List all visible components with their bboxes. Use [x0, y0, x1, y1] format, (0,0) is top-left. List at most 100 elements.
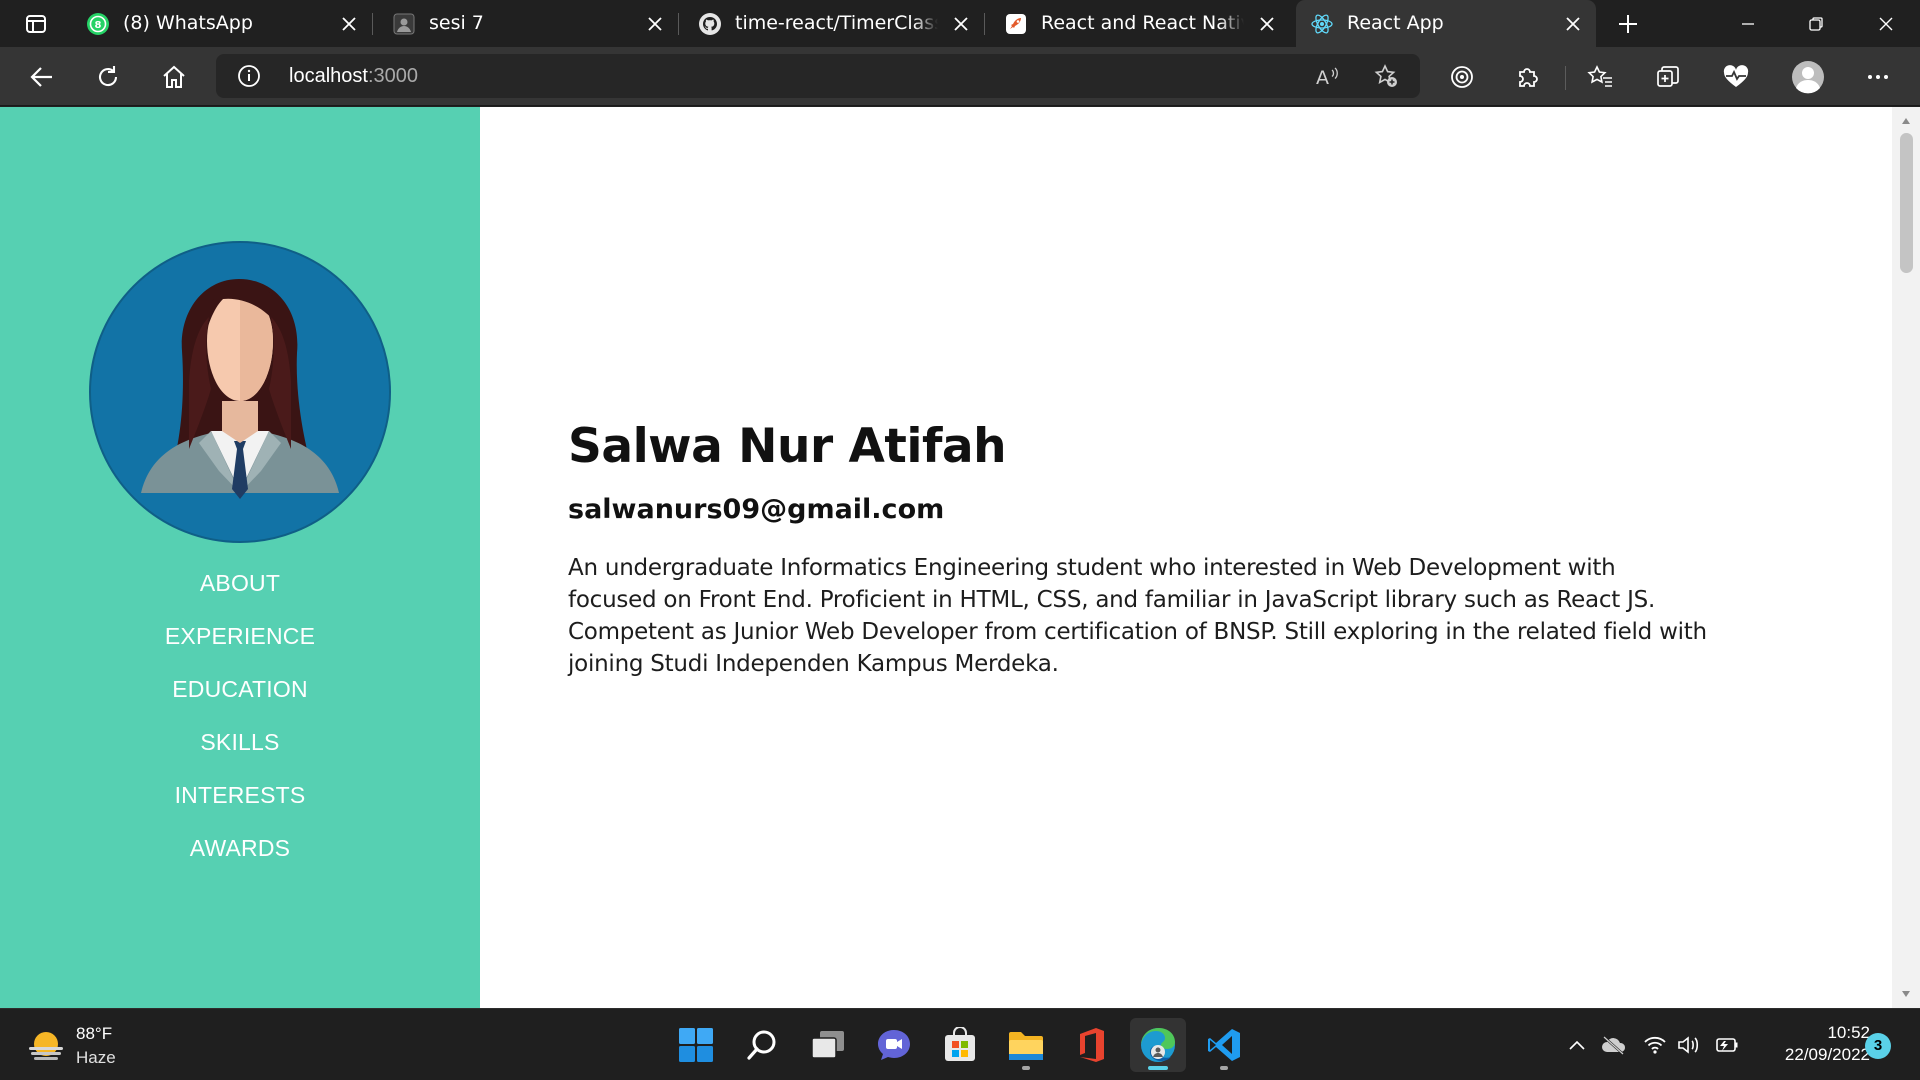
- back-button[interactable]: [20, 55, 64, 99]
- github-icon: [698, 12, 722, 36]
- url-text[interactable]: localhost:3000: [289, 54, 418, 98]
- settings-more-button[interactable]: [1856, 55, 1900, 99]
- tab-strip: 8 (8) WhatsApp sesi 7 time-react/TimerCl…: [0, 0, 1920, 47]
- close-icon[interactable]: [640, 9, 670, 39]
- toolbar-divider: [1565, 66, 1566, 90]
- edge-icon: [1141, 1028, 1175, 1062]
- vertical-scrollbar[interactable]: [1892, 107, 1920, 1008]
- vscode-button[interactable]: [1196, 1018, 1252, 1072]
- tab-react-app[interactable]: React App: [1296, 0, 1596, 47]
- teams-chat-button[interactable]: [866, 1018, 922, 1072]
- start-icon: [679, 1028, 713, 1062]
- browser-essentials-button[interactable]: [1714, 55, 1758, 99]
- tab-github[interactable]: time-react/TimerClass.js at: [684, 0, 985, 47]
- show-hidden-icons-button[interactable]: [1561, 1023, 1593, 1067]
- collections-icon: [1657, 66, 1679, 87]
- system-clock[interactable]: 10:52 22/09/2022: [1750, 1022, 1870, 1066]
- restore-icon: [1809, 16, 1823, 31]
- search-button[interactable]: [734, 1018, 790, 1072]
- speaker-icon: [1678, 1036, 1699, 1054]
- vscode-icon: [1208, 1029, 1240, 1061]
- tab-react-native[interactable]: React and React Native Ba: [990, 0, 1290, 47]
- cloud-offline-icon: [1602, 1036, 1626, 1055]
- haze-sun-icon: [29, 1032, 63, 1060]
- tab-actions-button[interactable]: [14, 8, 58, 40]
- whatsapp-icon: 8: [86, 12, 110, 36]
- running-indicator: [1148, 1066, 1168, 1070]
- tab-sesi-7[interactable]: sesi 7: [378, 0, 679, 47]
- add-favorite-button[interactable]: [1368, 58, 1404, 94]
- tab-separator: [372, 13, 373, 35]
- close-icon: [1879, 17, 1893, 30]
- minimize-icon: [1742, 22, 1754, 25]
- page-viewport: ABOUT EXPERIENCE EDUCATION SKILLS INTERE…: [0, 107, 1920, 1008]
- tracking-button[interactable]: [1440, 55, 1484, 99]
- edge-button[interactable]: [1130, 1018, 1186, 1072]
- url-host: localhost: [289, 65, 368, 87]
- profile-button[interactable]: [1786, 55, 1830, 99]
- battery-tray[interactable]: [1710, 1023, 1742, 1067]
- favorites-icon: [1587, 65, 1612, 87]
- nav-awards[interactable]: AWARDS: [0, 822, 480, 875]
- home-button[interactable]: [152, 55, 196, 99]
- close-icon[interactable]: [334, 9, 364, 39]
- clock-date: 22/09/2022: [1784, 1045, 1870, 1064]
- wifi-tray[interactable]: [1639, 1023, 1671, 1067]
- onedrive-tray[interactable]: [1598, 1023, 1630, 1067]
- restore-button[interactable]: [1782, 0, 1850, 47]
- star-add-icon: [1374, 64, 1397, 87]
- refresh-button[interactable]: [86, 55, 130, 99]
- favorites-button[interactable]: [1578, 55, 1622, 99]
- more-horizontal-icon: [1868, 75, 1888, 79]
- nav-interests[interactable]: INTERESTS: [0, 769, 480, 822]
- weather-widget[interactable]: 88°F Haze: [26, 1022, 206, 1070]
- profile-name: Salwa Nur Atifah: [568, 419, 1007, 474]
- tab-title: sesi 7: [429, 12, 484, 34]
- close-icon[interactable]: [946, 9, 976, 39]
- start-button[interactable]: [668, 1018, 724, 1072]
- store-button[interactable]: [932, 1018, 988, 1072]
- close-window-button[interactable]: [1852, 0, 1920, 47]
- office-button[interactable]: [1064, 1018, 1120, 1072]
- info-icon[interactable]: [236, 63, 262, 89]
- notification-badge[interactable]: 3: [1865, 1033, 1891, 1059]
- refresh-icon: [98, 66, 118, 87]
- close-icon[interactable]: [1252, 9, 1282, 39]
- heart-pulse-icon: [1723, 65, 1749, 87]
- profile-icon: [392, 12, 416, 36]
- scroll-down-icon[interactable]: [1892, 984, 1920, 1004]
- nav-skills[interactable]: SKILLS: [0, 716, 480, 769]
- nav-about[interactable]: ABOUT: [0, 557, 480, 610]
- tab-actions-icon: [26, 15, 46, 33]
- scrollbar-thumb[interactable]: [1900, 133, 1913, 273]
- battery-charging-icon: [1716, 1038, 1738, 1052]
- search-icon: [747, 1030, 776, 1060]
- new-tab-button[interactable]: [1610, 8, 1646, 40]
- read-aloud-icon: A: [1316, 67, 1338, 88]
- file-explorer-icon: [1009, 1032, 1043, 1060]
- collections-button[interactable]: [1646, 55, 1690, 99]
- weather-temp: 88°F: [76, 1024, 113, 1043]
- tab-title: (8) WhatsApp: [123, 12, 253, 34]
- file-explorer-button[interactable]: [998, 1018, 1054, 1072]
- extensions-button[interactable]: [1506, 55, 1550, 99]
- home-icon: [163, 65, 185, 88]
- scroll-up-icon[interactable]: [1892, 111, 1920, 131]
- office-icon: [1080, 1028, 1104, 1062]
- tab-title: time-react/TimerClass.js at: [735, 12, 938, 34]
- react-icon: [1310, 12, 1334, 36]
- address-bar[interactable]: localhost:3000 A: [216, 54, 1420, 98]
- browser-toolbar: localhost:3000 A: [0, 47, 1920, 106]
- teams-chat-icon: [878, 1030, 910, 1060]
- close-icon[interactable]: [1558, 9, 1588, 39]
- arrow-left-icon: [30, 67, 52, 87]
- nav-experience[interactable]: EXPERIENCE: [0, 610, 480, 663]
- task-view-icon: [811, 1031, 844, 1059]
- tab-whatsapp[interactable]: 8 (8) WhatsApp: [72, 0, 373, 47]
- volume-tray[interactable]: [1673, 1023, 1705, 1067]
- avatar-icon: [1792, 61, 1824, 94]
- read-aloud-button[interactable]: A: [1310, 58, 1346, 94]
- task-view-button[interactable]: [800, 1018, 856, 1072]
- nav-education[interactable]: EDUCATION: [0, 663, 480, 716]
- minimize-button[interactable]: [1714, 0, 1782, 47]
